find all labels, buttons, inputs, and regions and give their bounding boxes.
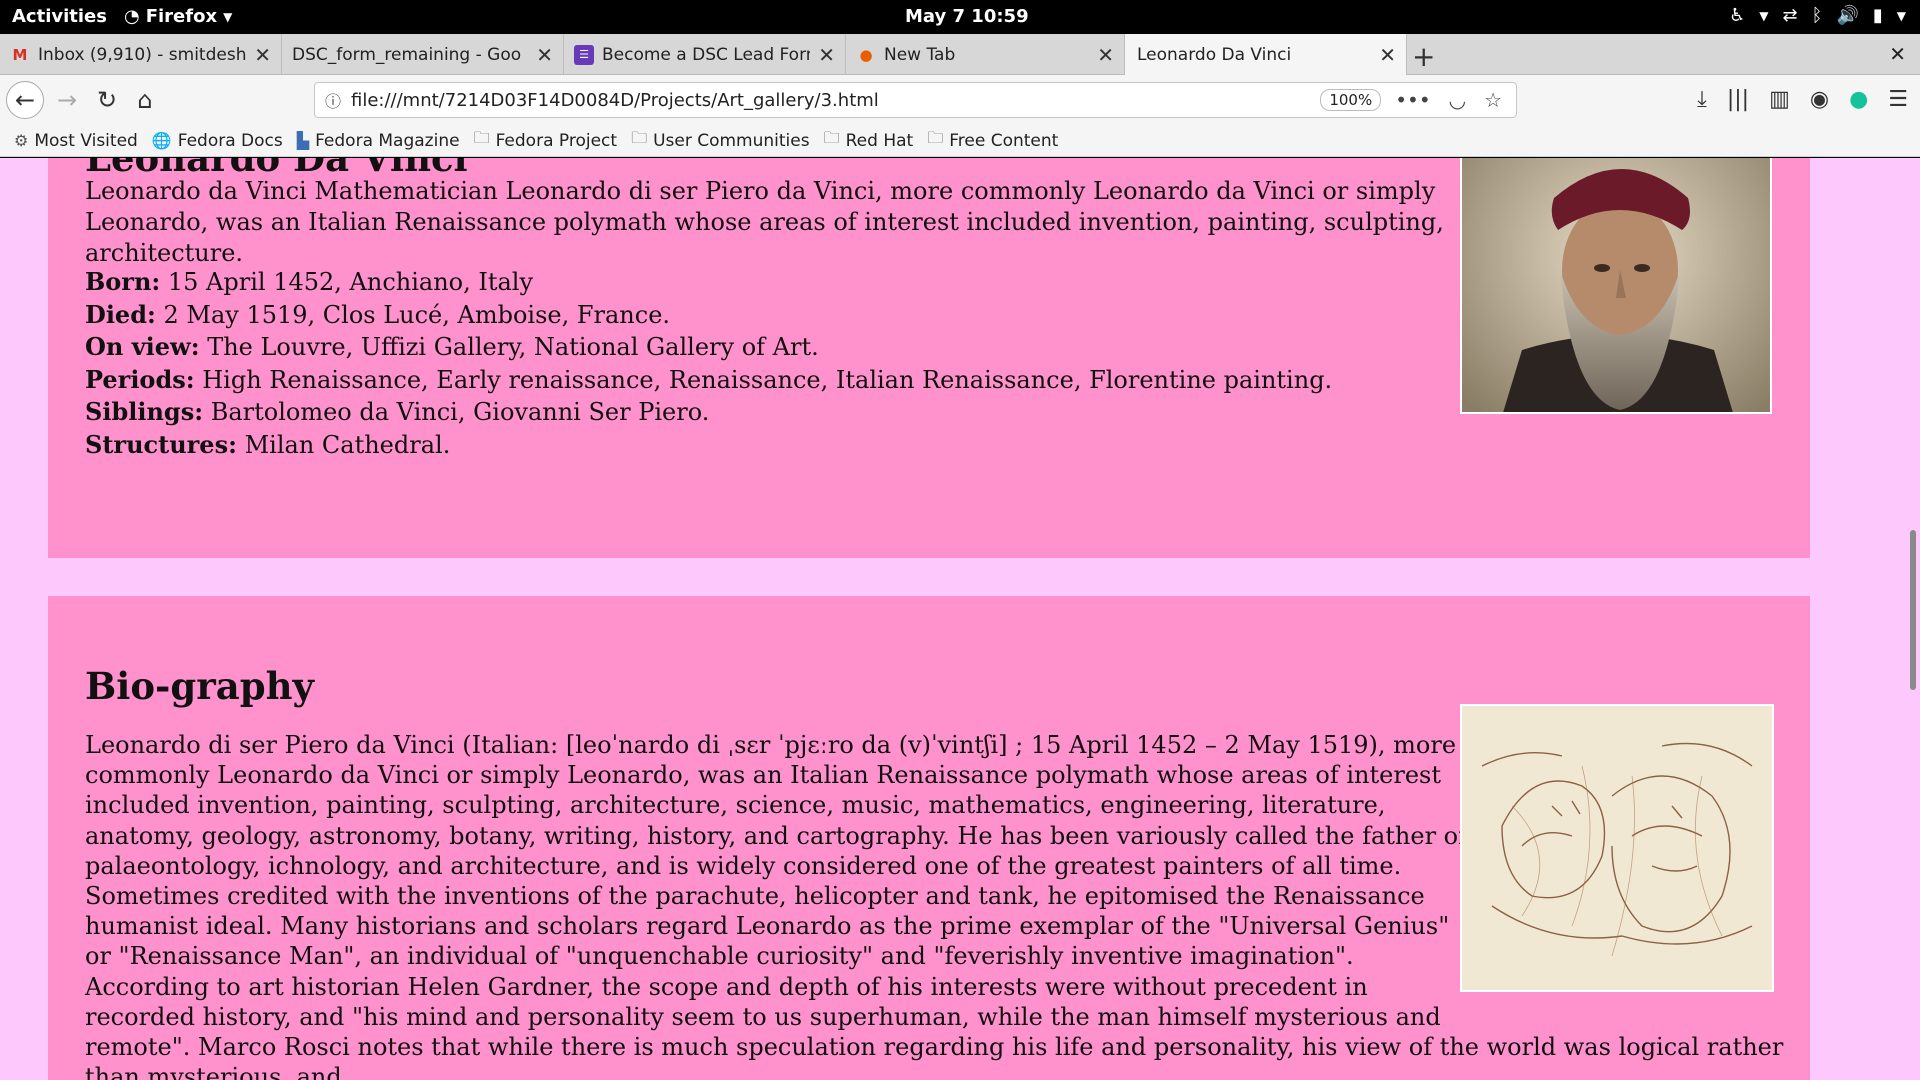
close-icon[interactable]: ✕ (254, 43, 271, 67)
tab-new-tab[interactable]: ● New Tab ✕ (846, 34, 1125, 75)
bookmark-user-communities[interactable]: 🗀 User Communities (631, 127, 810, 154)
scrollbar-thumb[interactable] (1910, 530, 1916, 690)
clock[interactable]: May 7 10:59 (905, 6, 1029, 27)
app-menu-label: Firefox (145, 6, 218, 27)
new-tab-icon[interactable]: + (1412, 40, 1435, 73)
volume-icon: 🔊 (1836, 5, 1859, 26)
tab-title: New Tab (884, 44, 956, 65)
tab-title: Become a DSC Lead Form (602, 44, 811, 65)
chevron-down-icon: ▼ (1896, 8, 1906, 23)
folder-icon: 🗀 (823, 128, 840, 147)
close-icon[interactable]: ✕ (1379, 43, 1396, 67)
reload-icon[interactable]: ↻ (90, 83, 124, 117)
zoom-indicator[interactable]: 100% (1320, 89, 1382, 111)
bookmark-label: User Communities (653, 130, 810, 151)
bookmark-fedora-docs[interactable]: 🌐 Fedora Docs (152, 131, 283, 151)
chevron-down-icon: ▼ (1759, 8, 1769, 23)
fact-periods: Periods: High Renaissance, Early renaiss… (85, 364, 1333, 394)
bookmark-label: Fedora Magazine (315, 130, 460, 151)
tab-strip: M Inbox (9,910) - smitdeshm ✕ DSC_form_r… (0, 34, 1920, 76)
network-icon: ⇄ (1782, 5, 1798, 26)
tab-title: DSC_form_remaining - Goo (292, 44, 522, 65)
bookmark-fedora-magazine[interactable]: ▙ Fedora Magazine (297, 131, 460, 151)
system-tray[interactable]: ♿ ▼ ⇄ ᛒ 🔊 ▮ ▼ (1729, 5, 1906, 26)
close-icon[interactable]: ✕ (1097, 43, 1114, 67)
home-icon[interactable]: ⌂ (128, 83, 162, 117)
bookmarks-toolbar: ⚙ Most Visited 🌐 Fedora Docs ▙ Fedora Magaz… (0, 125, 1920, 157)
sidebar-icon[interactable]: ▥ (1769, 87, 1790, 112)
fact-siblings: Siblings: Bartolomeo da Vinci, Giovanni … (85, 397, 710, 426)
bookmark-label: Free Content (949, 130, 1059, 151)
bookmark-label: Most Visited (34, 130, 138, 151)
tab-leonardo[interactable]: Leonardo Da Vinci ✕ (1125, 34, 1407, 76)
sketch-image (1460, 704, 1774, 992)
forward-icon[interactable]: → (50, 83, 84, 117)
tab-inbox[interactable]: M Inbox (9,910) - smitdeshm ✕ (0, 34, 282, 75)
biography-card: Bio-graphy Leonardo di ser Piero da Vinc… (48, 596, 1810, 1080)
firefox-small-icon: ◔ (124, 6, 140, 27)
accessibility-icon[interactable]: ♿ (1729, 5, 1745, 26)
bookmark-red-hat[interactable]: 🗀 Red Hat (824, 127, 914, 154)
bookmark-label: Fedora Project (495, 130, 618, 151)
back-icon[interactable]: ← (6, 81, 44, 119)
app-menu[interactable]: ◔ Firefox ▼ (124, 6, 232, 27)
bluetooth-icon: ᛒ (1811, 5, 1823, 26)
folder-icon: 🗀 (473, 128, 490, 147)
tab-dsc-form-remaining[interactable]: DSC_form_remaining - Goo ✕ (282, 34, 564, 75)
portrait-image (1460, 158, 1772, 414)
fact-on-view: On view: The Louvre, Uffizi Gallery, Nat… (85, 332, 819, 361)
pocket-icon[interactable]: ◡ (1449, 88, 1466, 112)
fedora-magazine-icon: ▙ (296, 131, 310, 150)
gmail-icon: M (12, 45, 28, 64)
more-icon[interactable]: ••• (1395, 88, 1430, 112)
info-icon[interactable]: ⓘ (315, 88, 351, 112)
fact-structures: Structures: Milan Cathedral. (85, 429, 451, 459)
download-icon[interactable]: ⤓ (1697, 87, 1707, 112)
artist-intro: Leonardo da Vinci Mathematician Leonardo… (85, 177, 1444, 267)
account-icon[interactable]: ◉ (1810, 87, 1829, 112)
page-actions: ••• ◡ ☆ (1395, 88, 1516, 112)
bookmark-most-visited[interactable]: ⚙ Most Visited (14, 131, 138, 151)
chevron-down-icon: ▼ (223, 9, 233, 24)
bookmark-fedora-project[interactable]: 🗀 Fedora Project (474, 127, 618, 154)
navigation-toolbar: ← → ↻ ⌂ ⓘ file:///mnt/7214D03F14D0084D/P… (0, 75, 1920, 125)
biography-title: Bio-graphy (85, 664, 314, 708)
close-icon[interactable]: ✕ (818, 43, 835, 67)
fact-born: Born: 15 April 1452, Anchiano, Italy (85, 267, 534, 296)
system-top-bar: Activities ◔ Firefox ▼ May 7 10:59 ♿ ▼ ⇄… (0, 0, 1920, 34)
fact-died: Died: 2 May 1519, Clos Lucé, Amboise, Fr… (85, 299, 671, 329)
artist-card: Leonardo Da Vinci Leonardo da Vinci Math… (48, 158, 1810, 558)
window-close-icon[interactable]: ✕ (1889, 42, 1906, 66)
activities-button[interactable]: Activities (12, 6, 107, 27)
grammarly-icon[interactable]: ● (1849, 87, 1868, 112)
tab-title: Inbox (9,910) - smitdeshm (38, 44, 247, 65)
tab-title: Leonardo Da Vinci (1137, 45, 1292, 65)
close-icon[interactable]: ✕ (536, 43, 553, 67)
bookmark-free-content[interactable]: 🗀 Free Content (927, 127, 1058, 154)
folder-icon: 🗀 (927, 128, 944, 147)
page-scrollbar[interactable] (1906, 158, 1920, 1080)
page-viewport[interactable]: Leonardo Da Vinci Leonardo da Vinci Math… (0, 158, 1920, 1080)
forms-icon: ☰ (574, 44, 594, 65)
gear-icon: ⚙ (14, 131, 29, 150)
bookmark-star-icon[interactable]: ☆ (1484, 88, 1502, 112)
toolbar-right: ⤓ ||| ▥ ◉ ● ☰ (1697, 87, 1908, 112)
battery-icon: ▮ (1872, 5, 1883, 26)
folder-icon: 🗀 (631, 128, 648, 147)
firefox-icon: ● (859, 45, 873, 64)
bookmark-label: Fedora Docs (177, 130, 283, 151)
menu-icon[interactable]: ☰ (1888, 87, 1908, 112)
library-icon[interactable]: ||| (1727, 87, 1749, 112)
url-text[interactable]: file:///mnt/7214D03F14D0084D/Projects/Ar… (351, 90, 1320, 111)
globe-icon: 🌐 (151, 131, 172, 150)
bookmark-label: Red Hat (845, 130, 914, 151)
artist-facts: Born: 15 April 1452, Anchiano, Italy Die… (85, 266, 1510, 461)
url-bar[interactable]: ⓘ file:///mnt/7214D03F14D0084D/Projects/… (314, 82, 1517, 118)
tab-become-dsc-lead[interactable]: ☰ Become a DSC Lead Form ✕ (564, 34, 846, 75)
